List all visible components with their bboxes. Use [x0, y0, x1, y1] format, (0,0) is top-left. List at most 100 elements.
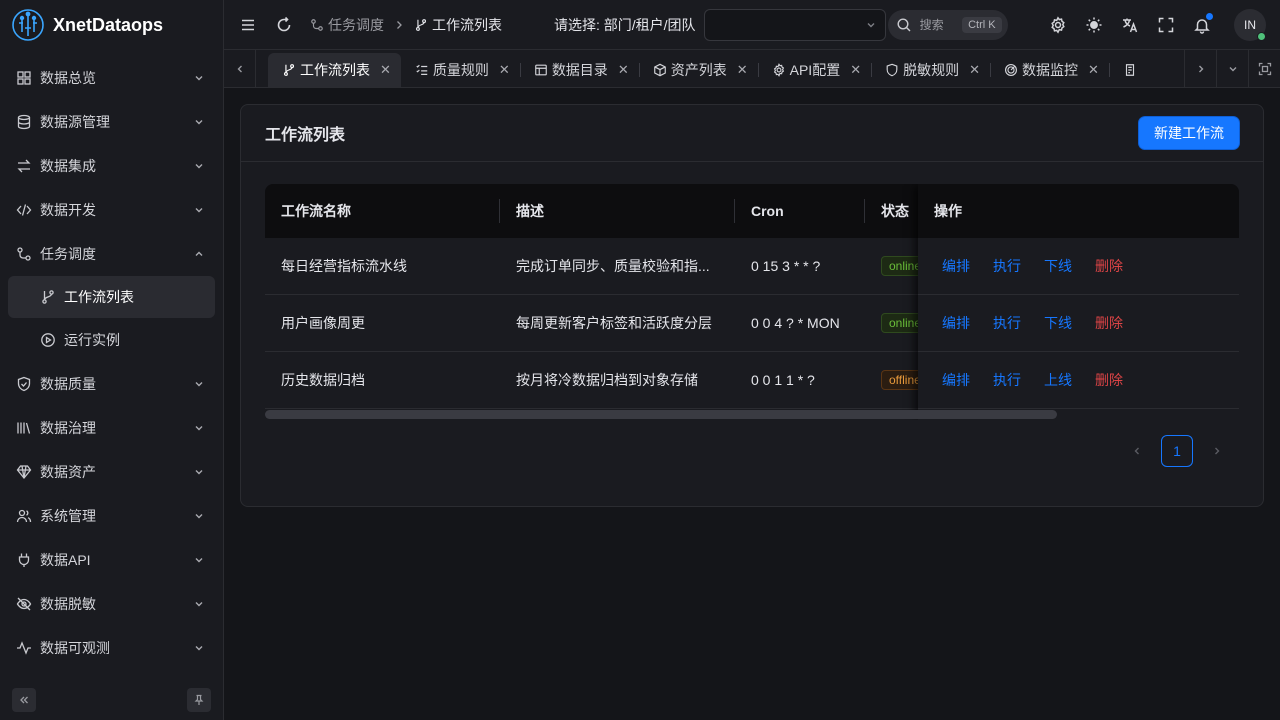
tab-asset-list[interactable]: 资产列表 ✕: [638, 53, 758, 87]
radar-icon: [1005, 64, 1018, 76]
xnet-logo-icon: [12, 9, 44, 41]
chevron-down-icon: [195, 470, 203, 475]
tabs-menu-button[interactable]: [1216, 50, 1248, 87]
sidebar-item-observability[interactable]: 数据可观测: [0, 626, 223, 670]
online-status-dot: [1257, 31, 1266, 41]
tab-data-monitor[interactable]: 数据监控 ✕: [990, 53, 1109, 87]
tab-data-catalog[interactable]: 数据目录 ✕: [519, 53, 639, 87]
chevron-right-icon: [397, 20, 402, 29]
sidebar-item-label: 数据质量: [40, 376, 96, 392]
menu-toggle-button[interactable]: [230, 7, 266, 43]
tabs-scroll-right-button[interactable]: [1184, 50, 1216, 87]
orchestrate-link[interactable]: 编排: [942, 256, 970, 276]
sidebar-item-overview[interactable]: 数据总览: [0, 56, 223, 100]
workflow-icon: [17, 247, 31, 261]
table-horizontal-scrollbar[interactable]: [265, 410, 1057, 419]
notifications-button[interactable]: [1184, 7, 1220, 43]
run-link[interactable]: 执行: [993, 313, 1021, 333]
orchestrate-link[interactable]: 编排: [942, 313, 970, 333]
sidebar-item-masking[interactable]: 数据脱敏: [0, 582, 223, 626]
workflow-description: 每周更新客户标签和活跃度分层: [516, 315, 712, 331]
close-icon[interactable]: ✕: [850, 62, 861, 78]
refresh-button[interactable]: [266, 7, 302, 43]
gem-icon: [16, 465, 32, 480]
theme-toggle-button[interactable]: [1076, 7, 1112, 43]
language-button[interactable]: [1112, 7, 1148, 43]
fullscreen-icon: [1158, 17, 1174, 32]
app-logo[interactable]: XnetDataops: [0, 0, 223, 50]
tab-api-config[interactable]: API配置 ✕: [757, 53, 871, 87]
close-icon[interactable]: ✕: [499, 62, 510, 78]
chevron-right-icon: [1215, 447, 1220, 455]
sidebar-item-scheduling[interactable]: 任务调度: [0, 232, 223, 276]
take-offline-link[interactable]: 下线: [1044, 256, 1072, 276]
breadcrumb: 任务调度 工作流列表: [310, 15, 502, 35]
sidebar-subitem-workflow-list[interactable]: 工作流列表: [8, 276, 215, 318]
sidebar-item-label: 数据资产: [40, 464, 96, 480]
tab-masking-rules[interactable]: 脱敏规则 ✕: [871, 53, 990, 87]
chevron-left-icon: [237, 65, 242, 72]
tab-workflow-list[interactable]: 工作流列表 ✕: [268, 53, 401, 87]
search-icon: [897, 17, 911, 31]
sidebar-item-governance[interactable]: 数据治理: [0, 406, 223, 450]
avatar[interactable]: IN: [1234, 8, 1266, 41]
close-icon[interactable]: ✕: [737, 62, 748, 78]
close-icon[interactable]: ✕: [618, 62, 629, 78]
sidebar-item-datasource[interactable]: 数据源管理: [0, 100, 223, 144]
settings-button[interactable]: [1040, 7, 1076, 43]
sidebar-item-label: 系统管理: [40, 508, 96, 524]
bring-online-link[interactable]: 上线: [1044, 370, 1072, 390]
sidebar-subitem-run-instances[interactable]: 运行实例: [0, 318, 223, 362]
pin-sidebar-button[interactable]: [187, 688, 211, 712]
close-icon[interactable]: ✕: [380, 62, 391, 78]
gear-icon: [773, 63, 784, 77]
prev-page-button[interactable]: [1121, 435, 1153, 467]
orchestrate-link[interactable]: 编排: [942, 370, 970, 390]
row-actions: 编排 执行 下线 删除: [918, 295, 1239, 352]
new-workflow-button[interactable]: 新建工作流: [1139, 117, 1239, 149]
library-icon: [17, 422, 31, 434]
collapse-sidebar-button[interactable]: [12, 688, 36, 712]
tab-quality-rules[interactable]: 质量规则 ✕: [401, 53, 520, 87]
branch-icon: [283, 64, 295, 76]
notification-dot: [1206, 12, 1213, 20]
shield-check-icon: [17, 376, 31, 392]
sidebar-item-label: 数据集成: [40, 158, 96, 174]
sidebar-item-integration[interactable]: 数据集成: [0, 144, 223, 188]
chevron-down-icon: [195, 514, 203, 519]
tab-maximize-button[interactable]: [1248, 50, 1280, 87]
run-link[interactable]: 执行: [993, 370, 1021, 390]
sidebar-item-quality[interactable]: 数据质量: [0, 362, 223, 406]
search-shortcut-badge: Ctrl K: [962, 16, 1002, 33]
sidebar-item-label: 数据源管理: [40, 114, 110, 130]
close-icon[interactable]: ✕: [969, 62, 980, 78]
tabs-scroll-left-button[interactable]: [224, 50, 256, 87]
sidebar-item-label: 数据API: [40, 552, 91, 568]
page-number-current[interactable]: 1: [1161, 435, 1193, 467]
next-page-button[interactable]: [1201, 435, 1233, 467]
column-header-cron: Cron: [735, 184, 865, 238]
scope-select[interactable]: [703, 8, 886, 41]
tab-controls: [1184, 50, 1280, 87]
chevron-left-icon: [1134, 447, 1139, 455]
sidebar-item-system[interactable]: 系统管理: [0, 494, 223, 538]
delete-link[interactable]: 删除: [1095, 313, 1123, 333]
tab-label: 数据目录: [551, 62, 608, 78]
fullscreen-button[interactable]: [1148, 7, 1184, 43]
close-icon[interactable]: ✕: [1088, 62, 1099, 78]
delete-link[interactable]: 删除: [1095, 256, 1123, 276]
breadcrumb-label: 工作流列表: [432, 16, 502, 33]
sidebar-subitem-label: 运行实例: [64, 332, 120, 348]
sidebar-subitem-label: 工作流列表: [64, 289, 134, 305]
delete-link[interactable]: 删除: [1095, 370, 1123, 390]
sidebar-item-development[interactable]: 数据开发: [0, 188, 223, 232]
page-title: 工作流列表: [265, 127, 346, 144]
search-box[interactable]: 搜索 Ctrl K: [887, 9, 1008, 40]
sidebar-item-api[interactable]: 数据API: [0, 538, 223, 582]
take-offline-link[interactable]: 下线: [1044, 313, 1072, 333]
sidebar-item-assets[interactable]: 数据资产: [0, 450, 223, 494]
breadcrumb-item-scheduling[interactable]: 任务调度: [310, 15, 384, 35]
search-placeholder: 搜索: [919, 18, 944, 32]
run-link[interactable]: 执行: [993, 256, 1021, 276]
tab-overflow[interactable]: [1108, 53, 1151, 87]
